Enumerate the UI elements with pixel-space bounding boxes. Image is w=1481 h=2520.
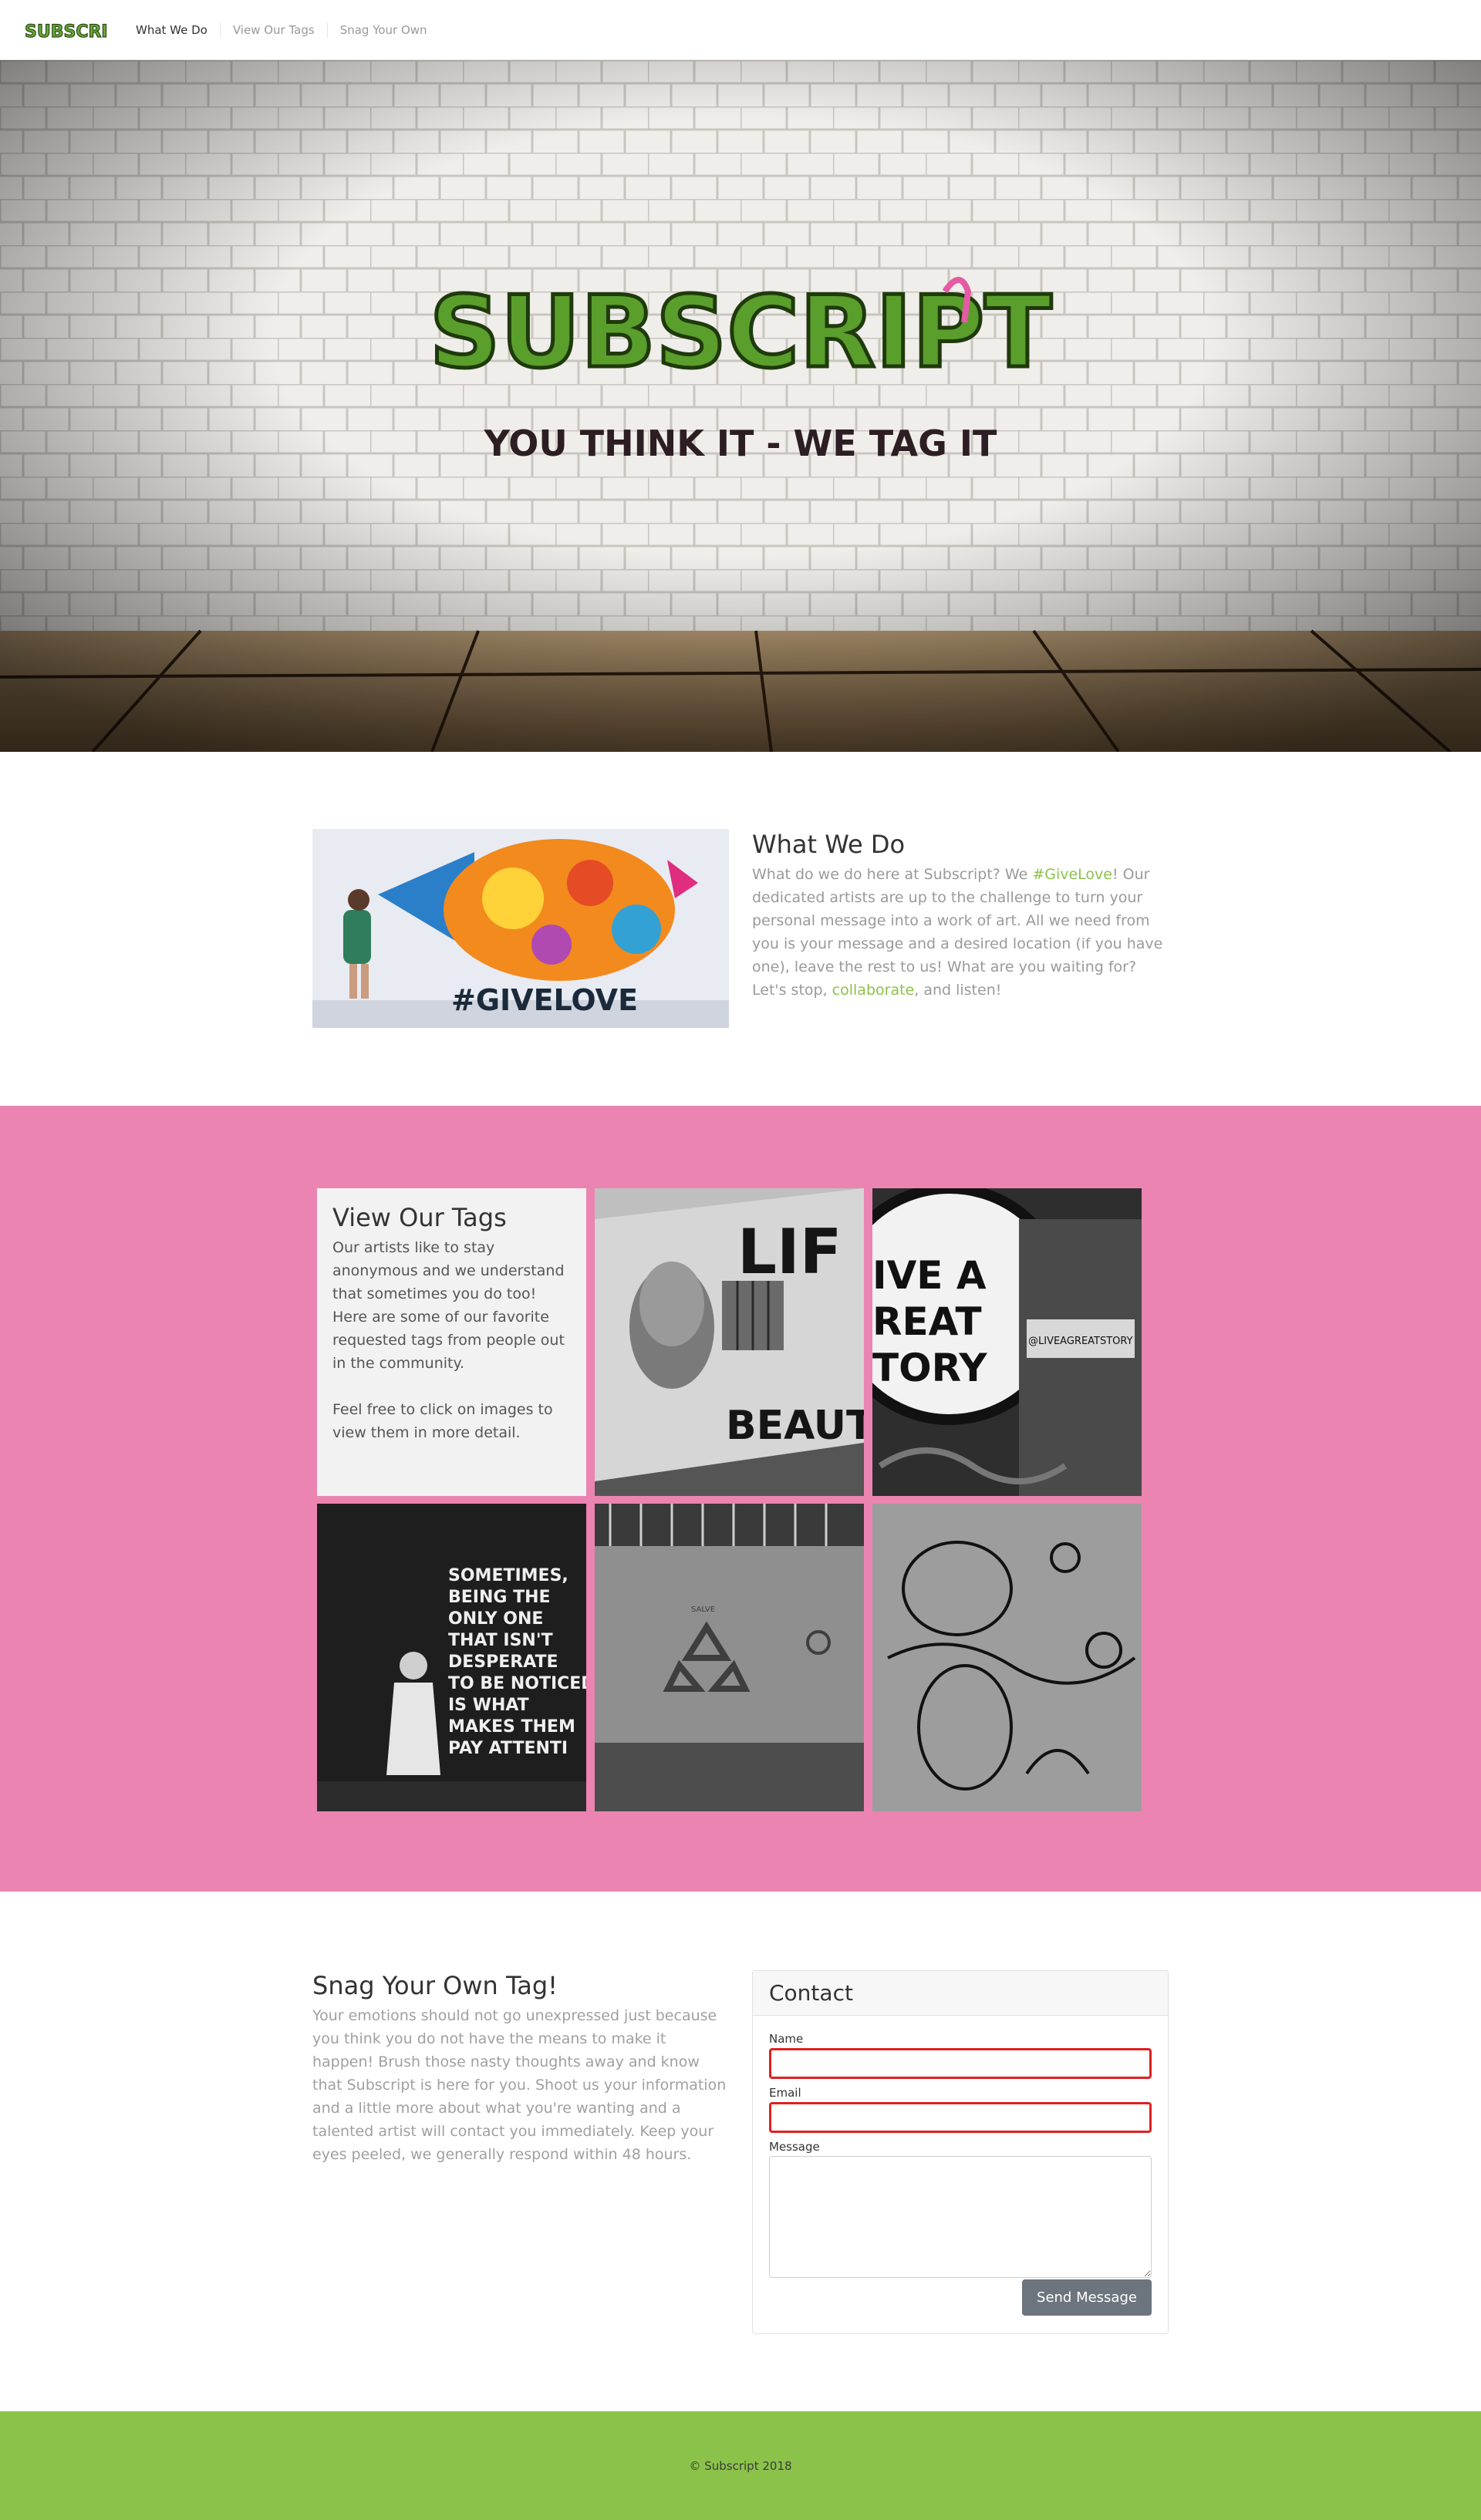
what-we-do-section: What We Do What do we do here at Subscri… <box>752 829 1172 1002</box>
nav-item-what-we-do[interactable]: What We Do <box>123 22 220 38</box>
tag-photo-quote-line-9: PAY ATTENTI <box>448 1739 568 1758</box>
name-field[interactable] <box>769 2048 1152 2079</box>
what-we-do-body: What do we do here at Subscript? We #Giv… <box>752 863 1172 1002</box>
collaborate-link[interactable]: collaborate <box>832 982 915 999</box>
tag-photo-text-great: REAT <box>872 1299 982 1344</box>
contact-form-panel: Contact Name Email Message Send Message <box>752 1970 1169 2334</box>
contact-panel-title: Contact <box>753 1971 1168 2016</box>
name-label: Name <box>769 2032 804 2046</box>
tag-photo-live-a-great-story[interactable]: IVE A REAT TORY @LIVEAGREATSTORY <box>872 1188 1142 1496</box>
tag-photo-quote-line-2: BEING THE <box>448 1588 551 1607</box>
footer-copyright: © Subscript 2018 <box>689 2458 792 2473</box>
what-we-do-text-3: , and listen! <box>914 982 1002 999</box>
tag-photo-quote-line-8: MAKES THEM <box>448 1717 575 1737</box>
tag-photo-quote-line-5: DESPERATE <box>448 1652 558 1672</box>
hero-banner: SUBSCRIPT YOU THINK IT - WE TAG IT <box>0 60 1481 752</box>
hero-logo-text: SUBSCRIPT <box>429 275 1051 390</box>
nav-links: What We Do View Our Tags Snag Your Own <box>123 0 440 60</box>
tags-intro-card: View Our Tags Our artists like to stay a… <box>317 1188 586 1496</box>
view-our-tags-section: View Our Tags Our artists like to stay a… <box>0 1106 1481 1892</box>
view-our-tags-heading: View Our Tags <box>332 1203 507 1232</box>
tag-photo-text-live-a: IVE A <box>872 1253 987 1298</box>
tag-photo-life-beauty[interactable]: LIF BEAUTI <box>595 1188 864 1496</box>
snag-body: Your emotions should not go unexpressed … <box>312 2007 727 2163</box>
brand-logo-text: SUBSCRIPT <box>25 22 108 42</box>
what-we-do-heading: What We Do <box>752 830 906 859</box>
what-we-do-text-2: ! Our dedicated artists are up to the ch… <box>752 866 1163 999</box>
tag-photo-quote-line-4: THAT ISN'T <box>448 1631 553 1650</box>
footer: © Subscript 2018 <box>0 2411 1481 2520</box>
hero-tagline: YOU THINK IT - WE TAG IT <box>484 423 997 464</box>
tag-photo-text-salve: SALVE <box>691 1605 715 1614</box>
message-field[interactable] <box>769 2156 1152 2278</box>
email-field[interactable] <box>769 2102 1152 2133</box>
tag-photo-quote-line-7: IS WHAT <box>448 1696 529 1715</box>
tag-photo-sometimes[interactable]: SOMETIMES, BEING THE ONLY ONE THAT ISN'T… <box>317 1504 586 1811</box>
give-love-mural-image: #GIVELOVE <box>312 829 729 1028</box>
tag-photo-recycle[interactable]: SALVE <box>595 1504 864 1811</box>
tags-intro-text: Our artists like to stay anonymous and w… <box>332 1239 565 1372</box>
give-love-link[interactable]: #GiveLove <box>1032 866 1112 883</box>
email-label: Email <box>769 2086 801 2100</box>
snag-heading: Snag Your Own Tag! <box>312 1971 558 2000</box>
send-message-button[interactable]: Send Message <box>1022 2279 1152 2316</box>
hero-logo: SUBSCRIPT <box>427 274 1054 392</box>
tag-photo-line-faces[interactable] <box>872 1504 1142 1811</box>
snag-your-own-section: Snag Your Own Tag! Your emotions should … <box>312 1970 729 2166</box>
brand-logo[interactable]: SUBSCRIPT <box>23 15 108 45</box>
hero-brick-wall-image: SUBSCRIPT YOU THINK IT - WE TAG IT <box>0 60 1481 752</box>
nav-item-view-our-tags[interactable]: View Our Tags <box>219 22 327 38</box>
tag-photo-text-story: TORY <box>872 1346 987 1390</box>
top-navbar: SUBSCRIPT What We Do View Our Tags Snag … <box>0 0 1481 60</box>
tag-photo-text-handle: @LIVEAGREATSTORY <box>1028 1336 1133 1347</box>
what-we-do-text-1: What do we do here at Subscript? We <box>752 866 1033 883</box>
message-label: Message <box>769 2140 820 2154</box>
tag-photo-text-beauty: BEAUTI <box>726 1403 864 1449</box>
tag-photo-quote-line-3: ONLY ONE <box>448 1609 543 1629</box>
tag-photo-quote-line-1: SOMETIMES, <box>448 1566 568 1585</box>
tags-click-hint: Feel free to click on images to view the… <box>332 1401 553 1441</box>
nav-item-snag-your-own[interactable]: Snag Your Own <box>326 22 440 38</box>
give-love-mural-text: #GIVELOVE <box>451 983 638 1017</box>
tag-photo-quote-line-6: TO BE NOTICED <box>448 1674 586 1693</box>
tag-photo-text-life: LIF <box>737 1216 842 1288</box>
